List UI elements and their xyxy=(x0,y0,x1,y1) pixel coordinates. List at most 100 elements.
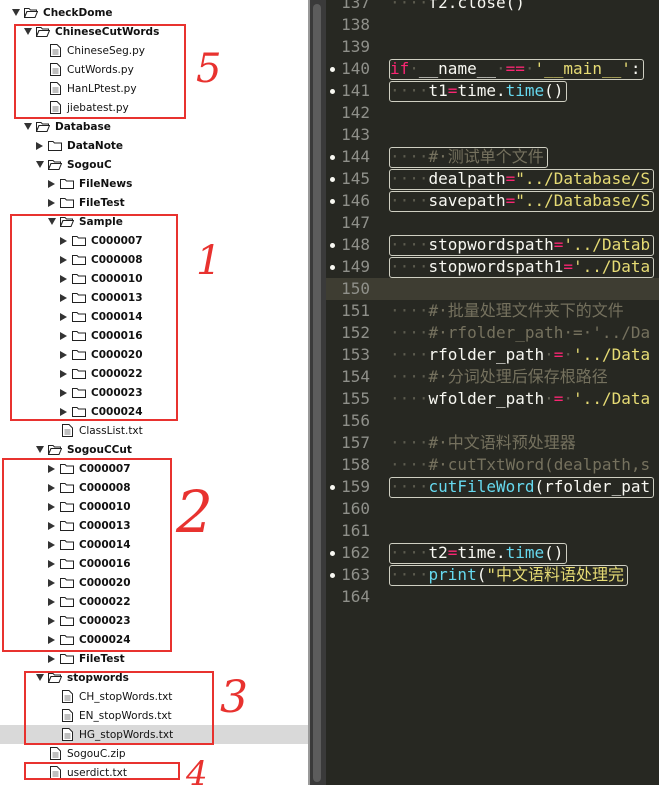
expanded-arrow-icon[interactable] xyxy=(35,445,44,454)
file-icon xyxy=(60,424,74,437)
tree-item-label: SogouCCut xyxy=(67,443,132,456)
code-line[interactable]: 144 ····#·测试单个文件 xyxy=(326,146,659,168)
line-number: 144 xyxy=(341,147,370,166)
code-token-comment: #·中文语料预处理器 xyxy=(428,433,576,452)
line-outline xyxy=(389,257,655,278)
code-line[interactable]: 143 xyxy=(326,124,659,146)
line-number: 145 xyxy=(341,169,370,188)
code-token-ws: ···· xyxy=(390,433,429,452)
file-icon xyxy=(48,747,62,760)
tree-folder[interactable]: DataNote xyxy=(0,136,310,155)
code-text: ····#·批量处理文件夹下的文件 xyxy=(390,300,624,322)
collapsed-arrow-icon[interactable] xyxy=(47,654,56,663)
expanded-arrow-icon[interactable] xyxy=(35,160,44,169)
line-number: 146 xyxy=(341,191,370,210)
code-line[interactable]: 139 xyxy=(326,36,659,58)
collapsed-arrow-icon[interactable] xyxy=(35,141,44,150)
line-number: 137 xyxy=(341,0,370,12)
collapsed-arrow-icon[interactable] xyxy=(47,179,56,188)
code-text: ····#·rfolder_path·=·'../Da xyxy=(390,322,650,344)
code-line[interactable]: 148 ····stopwordspath='../Datab xyxy=(326,234,659,256)
tree-item-label: FileTest xyxy=(79,652,125,665)
line-number: 161 xyxy=(341,521,370,540)
tree-folder[interactable]: Database xyxy=(0,117,310,136)
line-outline xyxy=(389,543,568,564)
annotation-box-1 xyxy=(10,214,178,421)
annotation-box-2 xyxy=(2,458,172,652)
folder-icon xyxy=(60,197,74,209)
tree-folder[interactable]: FileNews xyxy=(0,174,310,193)
code-line[interactable]: 160 xyxy=(326,498,659,520)
code-line[interactable]: 162 ····t2=time.time() xyxy=(326,542,659,564)
line-number: 151 xyxy=(341,301,370,320)
line-number: 159 xyxy=(341,477,370,496)
line-outline xyxy=(389,477,655,498)
annotation-number-2: 2 xyxy=(176,478,213,546)
line-outline xyxy=(389,235,655,256)
code-line[interactable]: 156 xyxy=(326,410,659,432)
code-token-text: f2.close() xyxy=(428,0,525,12)
code-line[interactable]: 161 xyxy=(326,520,659,542)
expanded-arrow-icon[interactable] xyxy=(11,8,20,17)
tree-folder[interactable]: SogouCCut xyxy=(0,440,310,459)
tree-item-label: Database xyxy=(55,120,111,133)
code-token-keyword: = xyxy=(553,345,564,364)
code-token-string: '../Data xyxy=(573,345,651,364)
tree-folder[interactable]: SogouC xyxy=(0,155,310,174)
code-line[interactable]: 142 xyxy=(326,102,659,124)
line-number: 154 xyxy=(341,367,370,386)
code-line[interactable]: 154 ····#·分词处理后保存根路径 xyxy=(326,366,659,388)
code-line[interactable]: 151 ····#·批量处理文件夹下的文件 xyxy=(326,300,659,322)
line-outline xyxy=(389,81,568,102)
code-line[interactable]: 146 ····savepath="../Database/S xyxy=(326,190,659,212)
code-token-string: '../Data xyxy=(573,389,651,408)
folder-icon xyxy=(60,653,74,665)
annotation-number-1: 1 xyxy=(196,238,222,284)
code-line[interactable]: 140 if·__name__·==·'__main__': xyxy=(326,58,659,80)
annotation-box-3 xyxy=(24,671,214,745)
line-number: 139 xyxy=(341,37,370,56)
code-token-comment: #·rfolder_path·=·'../Da xyxy=(428,323,651,342)
code-token-ws: ···· xyxy=(390,455,429,474)
code-line[interactable]: 147 xyxy=(326,212,659,234)
code-line[interactable]: 163 ····print("中文语料语处理完 xyxy=(326,564,659,586)
code-line[interactable]: 138 xyxy=(326,14,659,36)
code-line[interactable]: 153 ····rfolder_path·=·'../Data xyxy=(326,344,659,366)
tree-item-label: DataNote xyxy=(67,139,124,152)
code-line[interactable]: 145 ····dealpath="../Database/S xyxy=(326,168,659,190)
line-number: 158 xyxy=(341,455,370,474)
code-line[interactable]: 137 ····f2.close() xyxy=(326,0,659,14)
folder-open-icon xyxy=(48,444,62,456)
tree-item-label: SogouC xyxy=(67,158,112,171)
tree-file[interactable]: SogouC.zip xyxy=(0,744,310,763)
collapsed-arrow-icon[interactable] xyxy=(47,198,56,207)
code-line[interactable]: 150 xyxy=(326,278,659,300)
code-token-ws: ···· xyxy=(390,323,429,342)
tree-item-label: ClassList.txt xyxy=(79,424,143,437)
line-number: 143 xyxy=(341,125,370,144)
code-editor[interactable]: 137 ····f2.close() 138 139 140 if·__name__·==… xyxy=(326,0,659,785)
tree-folder[interactable]: CheckDome xyxy=(0,3,310,22)
code-token-text: wfolder_path xyxy=(428,389,545,408)
code-text: ····f2.close() xyxy=(390,0,525,14)
code-token-comment: #·cutTxtWord(dealpath,s xyxy=(428,455,651,474)
code-line[interactable]: 164 xyxy=(326,586,659,608)
code-text: ····#·分词处理后保存根路径 xyxy=(390,366,608,388)
code-line[interactable]: 141 ····t1=time.time() xyxy=(326,80,659,102)
code-line[interactable]: 157 ····#·中文语料预处理器 xyxy=(326,432,659,454)
tree-file[interactable]: ClassList.txt xyxy=(0,421,310,440)
scrollbar-thumb[interactable] xyxy=(313,4,321,782)
expanded-arrow-icon[interactable] xyxy=(23,122,32,131)
code-token-ws: ···· xyxy=(390,301,429,320)
code-line[interactable]: 159 ····cutFileWord(rfolder_pat xyxy=(326,476,659,498)
code-line[interactable]: 158 ····#·cutTxtWord(dealpath,s xyxy=(326,454,659,476)
code-line[interactable]: 149 ····stopwordspath1='../Data xyxy=(326,256,659,278)
line-number: 147 xyxy=(341,213,370,232)
line-outline xyxy=(389,191,655,212)
tree-folder[interactable]: FileTest xyxy=(0,193,310,212)
line-outline xyxy=(389,147,548,168)
code-token-ws: ···· xyxy=(390,367,429,386)
code-line[interactable]: 152 ····#·rfolder_path·=·'../Da xyxy=(326,322,659,344)
folder-icon xyxy=(48,140,62,152)
code-line[interactable]: 155 ····wfolder_path·=·'../Data xyxy=(326,388,659,410)
